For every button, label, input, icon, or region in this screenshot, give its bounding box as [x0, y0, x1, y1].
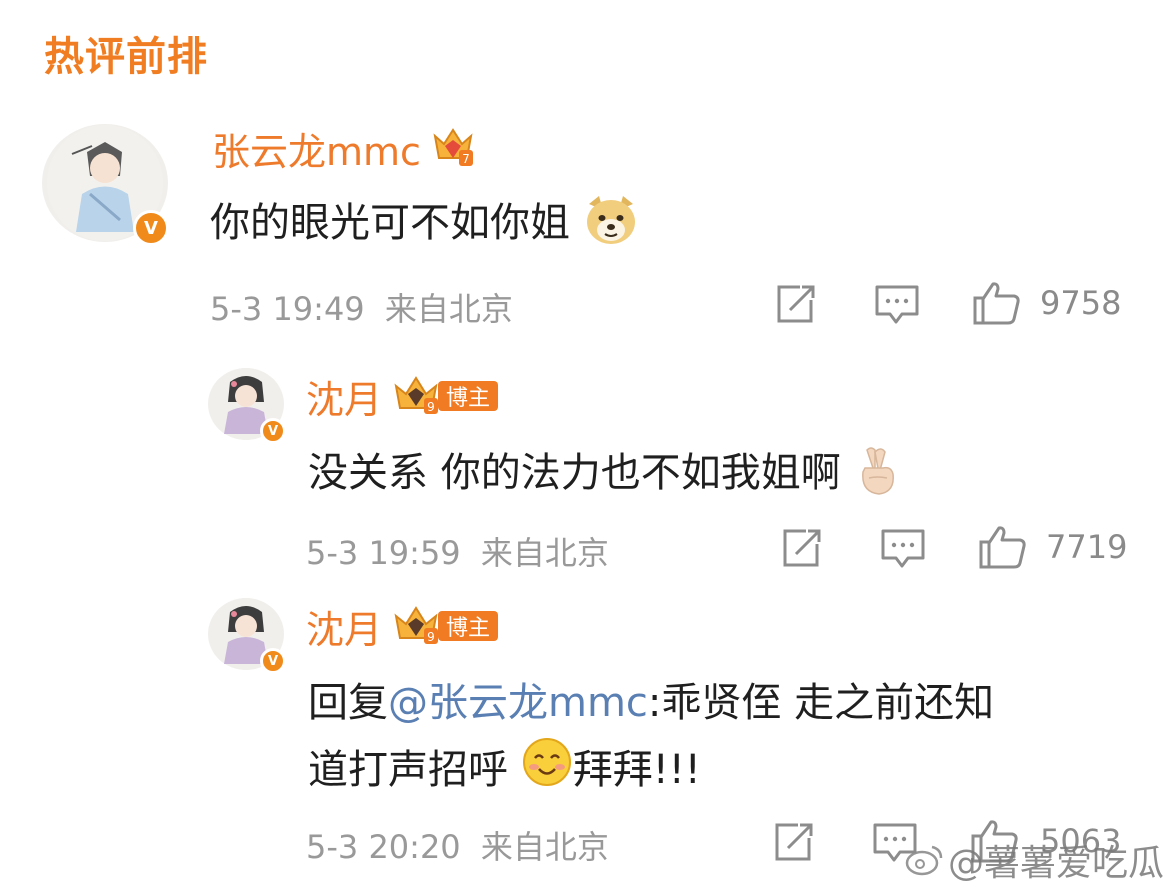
comment-text-content: 你的眼光可不如你姐: [210, 200, 570, 246]
share-icon[interactable]: [780, 528, 822, 572]
name-row: 沈月 9 博主: [306, 602, 499, 652]
crown-level: 7: [462, 152, 470, 166]
comment-text-content: 没关系 你的法力也不如我姐啊: [308, 450, 841, 496]
comment-icon[interactable]: [880, 528, 926, 574]
comment-time: 5-3 19:49: [210, 290, 365, 328]
comment-text: 回复@张云龙mmc:乖贤侄 走之前还知 道打声招呼 拜拜!!!: [308, 670, 994, 808]
comment-icon[interactable]: [874, 284, 920, 330]
doge-emoji-icon: [583, 194, 639, 256]
comment-text: 没关系 你的法力也不如我姐啊: [308, 440, 901, 506]
comment-text: 你的眼光可不如你姐: [210, 190, 639, 256]
like-icon[interactable]: [978, 524, 1028, 574]
verified-badge: V: [260, 418, 286, 444]
comment-line-2: 道打声招呼 拜拜!!!: [308, 736, 994, 808]
avatar[interactable]: V: [208, 368, 286, 444]
comment-line-1: 回复@张云龙mmc:乖贤侄 走之前还知: [308, 670, 994, 736]
watermark-text: @薯薯爱吃瓜: [947, 843, 1164, 884]
avatar[interactable]: V: [208, 598, 286, 674]
username[interactable]: 沈月: [306, 599, 382, 654]
comment-location: 来自北京: [480, 828, 609, 866]
avatar[interactable]: V: [42, 124, 169, 246]
comment-meta: 5-3 19:49 来自北京: [210, 284, 513, 330]
name-row: 张云龙mmc 7: [212, 124, 475, 174]
share-icon[interactable]: [774, 284, 816, 328]
crown-level-icon: 9: [392, 602, 444, 650]
comment-text-content: 拜拜!!!: [572, 747, 701, 793]
comment-text-content: :乖贤侄 走之前还知: [647, 680, 995, 726]
blogger-badge: 博主: [438, 381, 499, 411]
crown-level-icon: 7: [431, 124, 475, 172]
hot-comments-title: 热评前排: [44, 34, 208, 80]
mention-link[interactable]: @张云龙mmc: [388, 680, 648, 726]
weibo-logo-icon: [905, 845, 943, 876]
verified-badge: V: [133, 210, 169, 246]
comment-location: 来自北京: [384, 290, 513, 328]
blogger-badge: 博主: [438, 611, 499, 641]
verified-badge: V: [260, 648, 286, 674]
comment-location: 来自北京: [480, 534, 609, 572]
comment-time: 5-3 20:20: [306, 828, 461, 866]
smile-emoji-icon: [521, 736, 573, 808]
watermark: @薯薯爱吃瓜: [904, 834, 1164, 886]
username[interactable]: 沈月: [306, 369, 382, 424]
share-icon[interactable]: [772, 822, 814, 866]
like-icon[interactable]: [972, 280, 1022, 330]
comment-meta: 5-3 19:59 来自北京: [306, 528, 609, 574]
like-count: 9758: [1040, 284, 1122, 322]
name-row: 沈月 9 博主: [306, 372, 499, 422]
comment-text-content: 道打声招呼: [308, 747, 508, 793]
comment-time: 5-3 19:59: [306, 534, 461, 572]
crown-level-icon: 9: [392, 372, 444, 420]
like-count: 7719: [1046, 528, 1128, 566]
crossed-fingers-icon: [853, 444, 901, 506]
crown-level: 9: [427, 630, 435, 644]
reply-prefix: 回复: [308, 680, 388, 726]
comment-meta: 5-3 20:20 来自北京: [306, 822, 609, 868]
comments-page: 热评前排 V 张云龙mmc 7 你的眼光可不如你姐 5-3 19:49 来自北京…: [0, 0, 1170, 888]
crown-level: 9: [427, 400, 435, 414]
username[interactable]: 张云龙mmc: [212, 121, 421, 176]
